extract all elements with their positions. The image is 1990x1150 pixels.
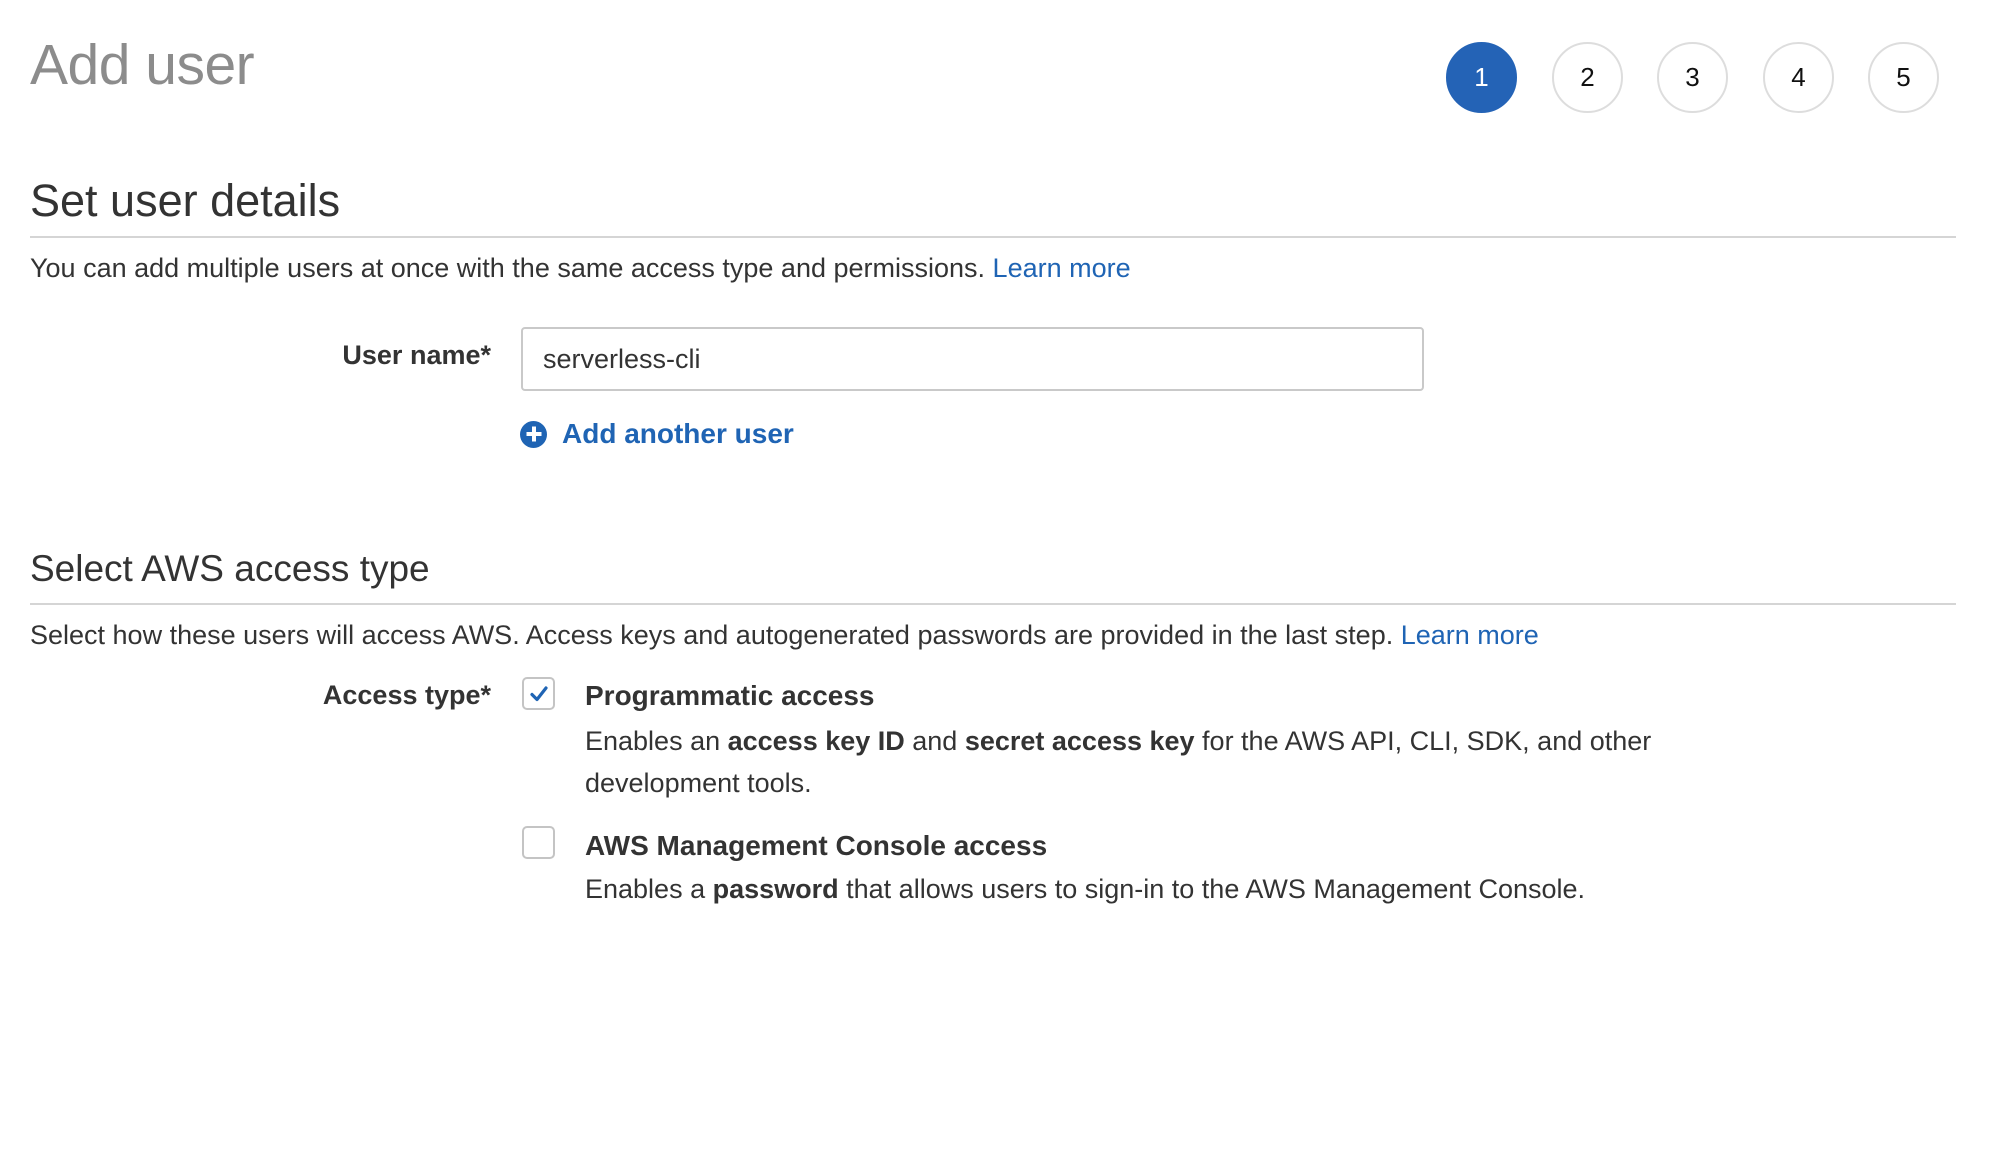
- console-access-title: AWS Management Console access: [585, 830, 1048, 861]
- step-3-button[interactable]: 3: [1657, 42, 1728, 113]
- checkmark-icon: [530, 686, 548, 702]
- desc-emphasis: secret access key: [964, 726, 1195, 756]
- step-4-button[interactable]: 4: [1763, 42, 1834, 113]
- desc-emphasis: password: [712, 874, 839, 904]
- learn-more-link-access-type[interactable]: Learn more: [1401, 620, 1539, 650]
- access-type-label: Access type*: [322, 680, 491, 710]
- add-user-page: Add user 1 2 3 4 5 Set user details You …: [0, 0, 1990, 1150]
- step-2-button[interactable]: 2: [1552, 42, 1623, 113]
- plus-circle-icon: [520, 420, 547, 448]
- username-label: User name*: [342, 340, 491, 370]
- programmatic-access-checkbox[interactable]: [522, 677, 555, 710]
- set-user-details-heading: Set user details: [30, 175, 341, 226]
- programmatic-access-title: Programmatic access: [585, 680, 875, 711]
- desc-text: Enables a: [585, 874, 713, 904]
- console-access-description: Enables a password that allows users to …: [585, 868, 1705, 910]
- console-access-checkbox[interactable]: [522, 826, 555, 859]
- username-input[interactable]: [521, 327, 1424, 391]
- desc-text: and: [904, 726, 965, 756]
- add-another-user-button[interactable]: Add another user: [520, 418, 794, 450]
- desc-text: Enables an: [585, 726, 728, 756]
- user-details-description: You can add multiple users at once with …: [30, 253, 1131, 284]
- learn-more-link-user-details[interactable]: Learn more: [993, 253, 1131, 283]
- programmatic-access-description: Enables an access key ID and secret acce…: [585, 720, 1665, 804]
- user-details-description-text: You can add multiple users at once with …: [30, 253, 986, 283]
- add-another-user-label: Add another user: [562, 418, 794, 449]
- access-type-description: Select how these users will access AWS. …: [30, 620, 1539, 651]
- step-5-button[interactable]: 5: [1868, 42, 1939, 113]
- section-divider: [30, 603, 1956, 605]
- access-type-description-text: Select how these users will access AWS. …: [30, 620, 1394, 650]
- page-title: Add user: [30, 33, 255, 97]
- desc-emphasis: access key ID: [727, 726, 905, 756]
- step-1-button[interactable]: 1: [1446, 42, 1517, 113]
- select-access-type-heading: Select AWS access type: [30, 548, 430, 589]
- desc-text: that allows users to sign-in to the AWS …: [838, 874, 1586, 904]
- section-divider: [30, 236, 1956, 238]
